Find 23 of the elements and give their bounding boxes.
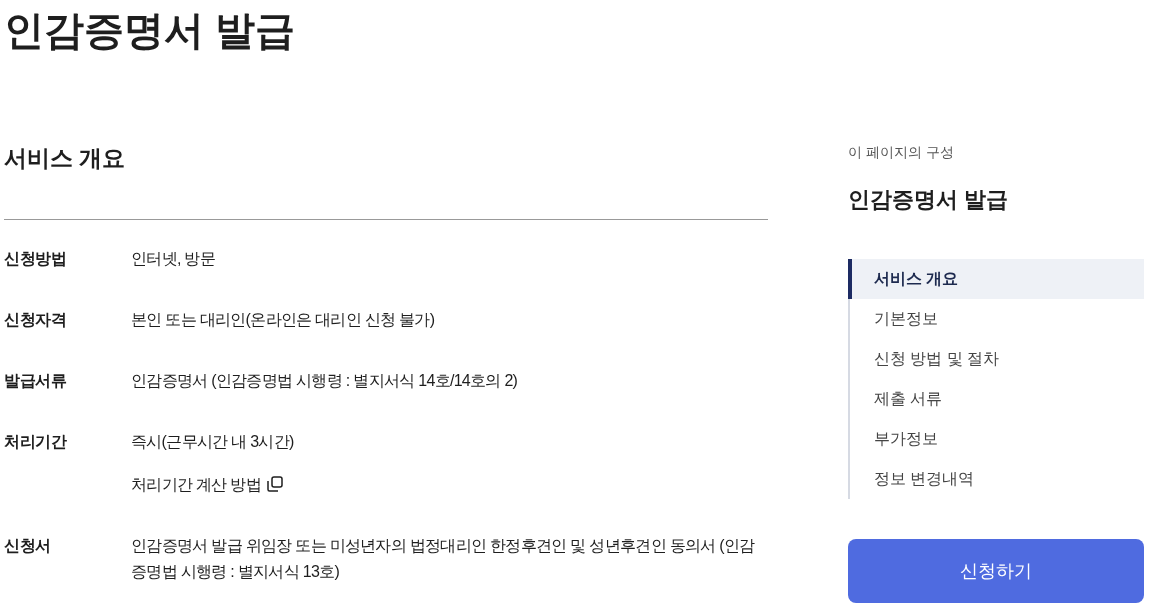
row-label: 처리기간: [4, 432, 66, 452]
toc-item[interactable]: 서비스 개요: [848, 259, 1144, 299]
toc-caption: 이 페이지의 구성: [848, 143, 954, 162]
toc-item[interactable]: 기본정보: [848, 299, 1144, 339]
toc-item[interactable]: 정보 변경내역: [848, 459, 1144, 499]
section-heading: 서비스 개요: [4, 144, 126, 173]
calculation-link[interactable]: 처리기간 계산 방법: [131, 472, 283, 498]
toc-item[interactable]: 신청 방법 및 절차: [848, 339, 1144, 379]
page-title: 인감증명서 발급: [4, 7, 296, 54]
row-label: 신청자격: [4, 310, 66, 330]
row-label: 신청방법: [4, 249, 66, 269]
row-value: 인터넷, 방문: [131, 249, 216, 269]
toc-item[interactable]: 부가정보: [848, 419, 1144, 459]
toc-title: 인감증명서 발급: [848, 186, 1009, 214]
apply-button[interactable]: 신청하기: [848, 539, 1144, 603]
row-value: 즉시(근무시간 내 3시간): [131, 432, 295, 452]
copy-icon: [266, 476, 283, 492]
row-value: 본인 또는 대리인(온라인은 대리인 신청 불가): [131, 310, 436, 330]
row-value: 인감증명서 발급 위임장 또는 미성년자의 법정대리인 한정후견인 및 성년후견인 동의서 (인감증명법 시행령 : 별지서식 13호): [131, 536, 756, 582]
toc-item[interactable]: 제출 서류: [848, 379, 1144, 419]
row-value: 인감증명서 (인감증명법 시행령 : 별지서식 14호/14호의 2): [131, 371, 519, 391]
row-label: 신청서: [4, 536, 51, 556]
row-label: 발급서류: [4, 371, 66, 391]
